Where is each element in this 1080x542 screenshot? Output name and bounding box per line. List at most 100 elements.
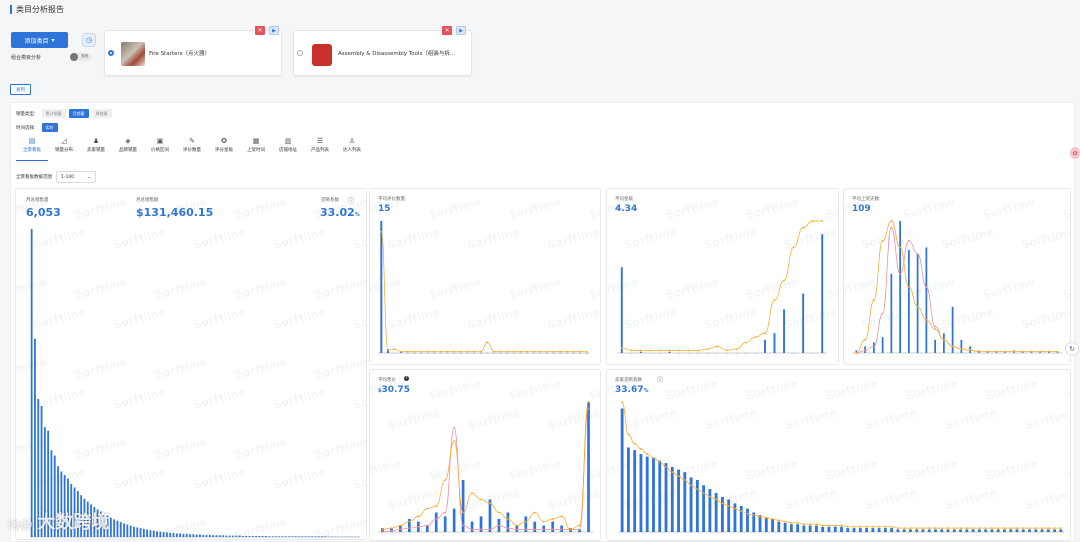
remove-category-button[interactable]: ✕ — [442, 26, 452, 35]
bar — [773, 333, 776, 353]
combo-analysis-toggle[interactable]: 关闭 — [70, 53, 92, 61]
secondary-trend-line-point — [899, 272, 902, 275]
bar — [960, 339, 963, 353]
watermark: Sorftime — [73, 355, 128, 381]
secondary-trend-line-point — [881, 312, 884, 315]
tab-label: 达人列表 — [343, 148, 361, 153]
trend-line-point — [1004, 350, 1007, 353]
secondary-trend-line-point — [506, 527, 509, 529]
trend-line-point — [1012, 350, 1015, 353]
trend-line-point — [551, 518, 554, 520]
bar — [298, 536, 300, 537]
remove-category-button[interactable]: ✕ — [255, 26, 265, 35]
trend-line-point — [493, 350, 495, 353]
trend-line-point — [995, 350, 998, 353]
watermark: Sorftime — [623, 486, 678, 512]
watermark: Sorftime — [466, 305, 521, 331]
watermark: Sorftime — [607, 195, 640, 221]
tab-8[interactable]: ▥ 店铺地址 — [272, 137, 304, 161]
bar — [996, 529, 1000, 532]
trend-line-point — [735, 348, 738, 350]
secondary-trend-line-point — [890, 226, 893, 229]
tab-2[interactable]: ♟ 卖家销量 — [80, 137, 112, 161]
tab-4[interactable]: ▣ 价格区间 — [144, 137, 176, 161]
trend-line-point — [899, 246, 902, 249]
trend-line-point — [539, 350, 542, 353]
toggle-knob — [70, 53, 78, 61]
trend-line-point — [683, 479, 686, 481]
watermark: Sorftime — [703, 406, 758, 432]
float-helper-button[interactable]: ✿ — [1070, 147, 1080, 159]
watermark: Sorftime — [904, 376, 959, 402]
trend-line-point — [579, 350, 581, 353]
sales-type-cumulative[interactable]: 累计销量 — [41, 109, 66, 118]
add-category-button[interactable]: 添加类目 ▾ — [11, 32, 68, 48]
trend-line-point — [479, 350, 482, 353]
bar — [301, 536, 304, 537]
bar — [670, 467, 674, 532]
trend-line-point — [1022, 527, 1025, 529]
category-radio[interactable] — [297, 50, 303, 56]
secondary-trend-line-point — [864, 349, 867, 352]
tab-7[interactable]: ▦ 上架时间 — [240, 137, 272, 161]
watermark: Sorftime — [386, 486, 441, 512]
bar — [146, 529, 149, 537]
trend-line-point — [671, 471, 674, 474]
tab-0[interactable]: ▤ 全景看板 — [16, 137, 48, 161]
trend-line-point — [560, 515, 563, 518]
time-realtime[interactable]: 实时 — [41, 123, 58, 132]
watermark: Sorftime — [587, 195, 601, 221]
watermark: Sorftime — [427, 195, 482, 221]
open-category-button[interactable]: ▶ — [269, 26, 279, 35]
bar — [940, 529, 944, 532]
tab-label: 产品列表 — [311, 148, 329, 153]
close-icon: ✕ — [257, 27, 263, 34]
secondary-trend-line-point — [435, 518, 438, 520]
watermark: Sorftime — [863, 486, 918, 512]
trend-line-point — [678, 349, 680, 352]
trend-line-point — [387, 349, 389, 352]
secondary-trend-line-point — [524, 528, 527, 531]
trend-line-point — [1047, 350, 1050, 353]
shop-icon: ▥ — [284, 137, 292, 145]
bar — [228, 535, 231, 537]
trend-line-point — [815, 523, 818, 526]
trend-line-point — [784, 520, 786, 523]
trend-line-point — [1047, 527, 1050, 529]
trend-line-point — [633, 442, 636, 445]
tab-10[interactable]: ♙ 达人列表 — [336, 137, 368, 161]
trend-line-point — [499, 350, 502, 353]
bar — [840, 526, 843, 532]
trend-line-point — [872, 299, 875, 302]
refresh-side-button[interactable]: ↻ — [1065, 342, 1079, 356]
bar — [925, 247, 928, 353]
range-select[interactable]: 1-100 ⌄ — [56, 171, 96, 183]
category-card-assembly-tools[interactable]: Assembly & Disassembly Tools（组装与拆… ✕ ▶ — [293, 26, 472, 76]
category-card-fire-starters[interactable]: Fire Starters（点火器） ✕ ▶ — [104, 26, 282, 76]
tab-3[interactable]: ◈ 品牌销量 — [112, 137, 144, 161]
sales-type-monthly[interactable]: 月销量 — [68, 109, 89, 118]
trend-line-point — [578, 524, 581, 527]
history-clock-button[interactable]: ◷ — [82, 33, 96, 47]
trend-line-point — [1034, 527, 1037, 529]
concentration-chart: Sorftime Sorftime Sorftime Sorftime Sorftime… — [607, 376, 1070, 533]
helper-icon: ✿ — [1072, 149, 1078, 157]
bar — [1053, 529, 1057, 532]
watermark: Sorftime — [313, 275, 367, 301]
trend-line-point — [864, 338, 867, 341]
watermark: Sorftime — [386, 406, 441, 432]
tab-6[interactable]: ✪ 评分星级 — [208, 137, 240, 161]
open-category-button[interactable]: ▶ — [456, 26, 466, 35]
sales-type-weekly[interactable]: 周销量 — [91, 109, 112, 118]
tab-5[interactable]: ✎ 评价数量 — [176, 137, 208, 161]
analysis-tabs: ▤ 全景看板 ◿ 销量分布 ♟ 卖家销量 ◈ 品牌销量 ▣ 价格区间 ✎ 评价数量 ✪ 评分星级 ▦ 上架时间… — [16, 137, 368, 161]
bar — [764, 339, 766, 353]
secondary-trend-line-point — [542, 528, 545, 531]
bar — [802, 525, 806, 532]
tab-1[interactable]: ◿ 销量分布 — [48, 137, 80, 161]
list-button[interactable]: 发列 — [10, 84, 31, 95]
category-radio[interactable] — [108, 50, 114, 56]
tab-9[interactable]: ☰ 产品列表 — [304, 137, 336, 161]
bar — [166, 532, 168, 537]
bar — [212, 535, 215, 537]
